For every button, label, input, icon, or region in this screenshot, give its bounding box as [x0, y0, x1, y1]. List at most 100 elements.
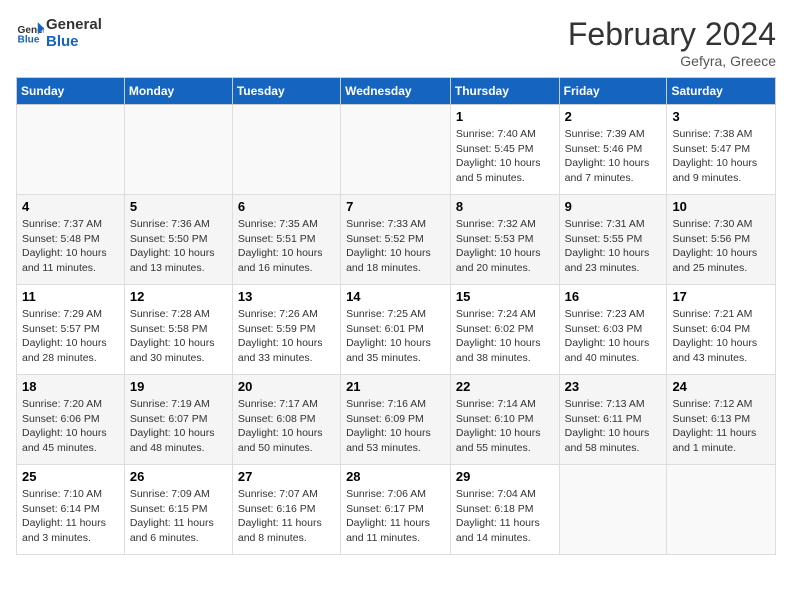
- calendar-cell: 10 Sunrise: 7:30 AM Sunset: 5:56 PM Dayli…: [667, 195, 776, 285]
- day-info: Sunrise: 7:21 AM Sunset: 6:04 PM Dayligh…: [672, 307, 770, 366]
- calendar-cell: 29 Sunrise: 7:04 AM Sunset: 6:18 PM Dayli…: [450, 465, 559, 555]
- calendar-cell: 2 Sunrise: 7:39 AM Sunset: 5:46 PM Daylig…: [559, 105, 667, 195]
- day-info: Sunrise: 7:12 AM Sunset: 6:13 PM Dayligh…: [672, 397, 770, 456]
- day-number: 15: [456, 289, 554, 304]
- weekday-header: Sunday: [17, 78, 125, 105]
- day-number: 26: [130, 469, 227, 484]
- day-info: Sunrise: 7:09 AM Sunset: 6:15 PM Dayligh…: [130, 487, 227, 546]
- day-number: 5: [130, 199, 227, 214]
- day-number: 18: [22, 379, 119, 394]
- month-title: February 2024: [568, 16, 776, 53]
- logo-icon: General Blue: [16, 19, 44, 47]
- title-area: February 2024 Gefyra, Greece: [568, 16, 776, 69]
- weekday-header: Thursday: [450, 78, 559, 105]
- calendar-cell: 19Sunrise: 7:19 AM Sunset: 6:07 PM Dayli…: [124, 375, 232, 465]
- calendar-cell: [232, 105, 340, 195]
- calendar-cell: 27Sunrise: 7:07 AM Sunset: 6:16 PM Dayli…: [232, 465, 340, 555]
- day-info: Sunrise: 7:32 AM Sunset: 5:53 PM Dayligh…: [456, 217, 554, 276]
- calendar-week-row: 18 Sunrise: 7:20 AM Sunset: 6:06 PM Dayli…: [17, 375, 776, 465]
- calendar-cell: 16 Sunrise: 7:23 AM Sunset: 6:03 PM Dayli…: [559, 285, 667, 375]
- logo: General Blue General Blue: [16, 16, 102, 50]
- day-info: Sunrise: 7:25 AM Sunset: 6:01 PM Dayligh…: [346, 307, 445, 366]
- day-number: 2: [565, 109, 662, 124]
- calendar-table: SundayMondayTuesdayWednesdayThursdayFrid…: [16, 77, 776, 555]
- day-number: 20: [238, 379, 335, 394]
- day-number: 16: [565, 289, 662, 304]
- calendar-cell: 18 Sunrise: 7:20 AM Sunset: 6:06 PM Dayli…: [17, 375, 125, 465]
- day-number: 23: [565, 379, 662, 394]
- day-info: Sunrise: 7:33 AM Sunset: 5:52 PM Dayligh…: [346, 217, 445, 276]
- weekday-header: Monday: [124, 78, 232, 105]
- weekday-header: Wednesday: [341, 78, 451, 105]
- calendar-cell: 11Sunrise: 7:29 AM Sunset: 5:57 PM Dayli…: [17, 285, 125, 375]
- day-info: Sunrise: 7:20 AM Sunset: 6:06 PM Dayligh…: [22, 397, 119, 456]
- day-info: Sunrise: 7:30 AM Sunset: 5:56 PM Dayligh…: [672, 217, 770, 276]
- day-info: Sunrise: 7:10 AM Sunset: 6:14 PM Dayligh…: [22, 487, 119, 546]
- weekday-header: Saturday: [667, 78, 776, 105]
- day-info: Sunrise: 7:06 AM Sunset: 6:17 PM Dayligh…: [346, 487, 445, 546]
- calendar-cell: [124, 105, 232, 195]
- day-number: 22: [456, 379, 554, 394]
- calendar-cell: [559, 465, 667, 555]
- calendar-cell: 3 Sunrise: 7:38 AM Sunset: 5:47 PM Daylig…: [667, 105, 776, 195]
- calendar-cell: 6Sunrise: 7:35 AM Sunset: 5:51 PM Daylig…: [232, 195, 340, 285]
- calendar-cell: 21Sunrise: 7:16 AM Sunset: 6:09 PM Dayli…: [341, 375, 451, 465]
- day-number: 6: [238, 199, 335, 214]
- calendar-header: SundayMondayTuesdayWednesdayThursdayFrid…: [17, 78, 776, 105]
- day-info: Sunrise: 7:17 AM Sunset: 6:08 PM Dayligh…: [238, 397, 335, 456]
- day-info: Sunrise: 7:38 AM Sunset: 5:47 PM Dayligh…: [672, 127, 770, 186]
- day-info: Sunrise: 7:13 AM Sunset: 6:11 PM Dayligh…: [565, 397, 662, 456]
- day-number: 8: [456, 199, 554, 214]
- day-number: 9: [565, 199, 662, 214]
- calendar-cell: 13 Sunrise: 7:26 AM Sunset: 5:59 PM Dayli…: [232, 285, 340, 375]
- day-info: Sunrise: 7:23 AM Sunset: 6:03 PM Dayligh…: [565, 307, 662, 366]
- calendar-cell: 12Sunrise: 7:28 AM Sunset: 5:58 PM Dayli…: [124, 285, 232, 375]
- day-number: 19: [130, 379, 227, 394]
- day-number: 13: [238, 289, 335, 304]
- logo-line2: Blue: [46, 33, 102, 50]
- calendar-cell: 28 Sunrise: 7:06 AM Sunset: 6:17 PM Dayli…: [341, 465, 451, 555]
- calendar-cell: 17 Sunrise: 7:21 AM Sunset: 6:04 PM Dayli…: [667, 285, 776, 375]
- calendar-cell: 25 Sunrise: 7:10 AM Sunset: 6:14 PM Dayli…: [17, 465, 125, 555]
- day-number: 12: [130, 289, 227, 304]
- calendar-cell: 20 Sunrise: 7:17 AM Sunset: 6:08 PM Dayli…: [232, 375, 340, 465]
- day-info: Sunrise: 7:26 AM Sunset: 5:59 PM Dayligh…: [238, 307, 335, 366]
- calendar-cell: 15 Sunrise: 7:24 AM Sunset: 6:02 PM Dayli…: [450, 285, 559, 375]
- calendar-cell: 14 Sunrise: 7:25 AM Sunset: 6:01 PM Dayli…: [341, 285, 451, 375]
- calendar-cell: 4 Sunrise: 7:37 AM Sunset: 5:48 PM Daylig…: [17, 195, 125, 285]
- day-info: Sunrise: 7:29 AM Sunset: 5:57 PM Dayligh…: [22, 307, 119, 366]
- day-info: Sunrise: 7:31 AM Sunset: 5:55 PM Dayligh…: [565, 217, 662, 276]
- day-info: Sunrise: 7:04 AM Sunset: 6:18 PM Dayligh…: [456, 487, 554, 546]
- calendar-week-row: 11Sunrise: 7:29 AM Sunset: 5:57 PM Dayli…: [17, 285, 776, 375]
- calendar-cell: 9 Sunrise: 7:31 AM Sunset: 5:55 PM Daylig…: [559, 195, 667, 285]
- day-info: Sunrise: 7:36 AM Sunset: 5:50 PM Dayligh…: [130, 217, 227, 276]
- day-info: Sunrise: 7:24 AM Sunset: 6:02 PM Dayligh…: [456, 307, 554, 366]
- day-number: 29: [456, 469, 554, 484]
- day-number: 10: [672, 199, 770, 214]
- day-number: 28: [346, 469, 445, 484]
- day-number: 24: [672, 379, 770, 394]
- day-number: 21: [346, 379, 445, 394]
- header: General Blue General Blue February 2024 …: [16, 16, 776, 69]
- calendar-cell: [667, 465, 776, 555]
- day-info: Sunrise: 7:40 AM Sunset: 5:45 PM Dayligh…: [456, 127, 554, 186]
- day-info: Sunrise: 7:39 AM Sunset: 5:46 PM Dayligh…: [565, 127, 662, 186]
- location-subtitle: Gefyra, Greece: [568, 53, 776, 69]
- calendar-week-row: 1 Sunrise: 7:40 AM Sunset: 5:45 PM Daylig…: [17, 105, 776, 195]
- svg-text:Blue: Blue: [18, 34, 40, 45]
- calendar-cell: 26 Sunrise: 7:09 AM Sunset: 6:15 PM Dayli…: [124, 465, 232, 555]
- calendar-week-row: 4 Sunrise: 7:37 AM Sunset: 5:48 PM Daylig…: [17, 195, 776, 285]
- day-number: 4: [22, 199, 119, 214]
- day-number: 25: [22, 469, 119, 484]
- calendar-cell: [17, 105, 125, 195]
- calendar-cell: 22Sunrise: 7:14 AM Sunset: 6:10 PM Dayli…: [450, 375, 559, 465]
- calendar-cell: 7Sunrise: 7:33 AM Sunset: 5:52 PM Daylig…: [341, 195, 451, 285]
- weekday-header: Tuesday: [232, 78, 340, 105]
- day-number: 17: [672, 289, 770, 304]
- day-number: 14: [346, 289, 445, 304]
- day-number: 3: [672, 109, 770, 124]
- calendar-cell: 5 Sunrise: 7:36 AM Sunset: 5:50 PM Daylig…: [124, 195, 232, 285]
- calendar-week-row: 25 Sunrise: 7:10 AM Sunset: 6:14 PM Dayli…: [17, 465, 776, 555]
- day-number: 1: [456, 109, 554, 124]
- day-info: Sunrise: 7:37 AM Sunset: 5:48 PM Dayligh…: [22, 217, 119, 276]
